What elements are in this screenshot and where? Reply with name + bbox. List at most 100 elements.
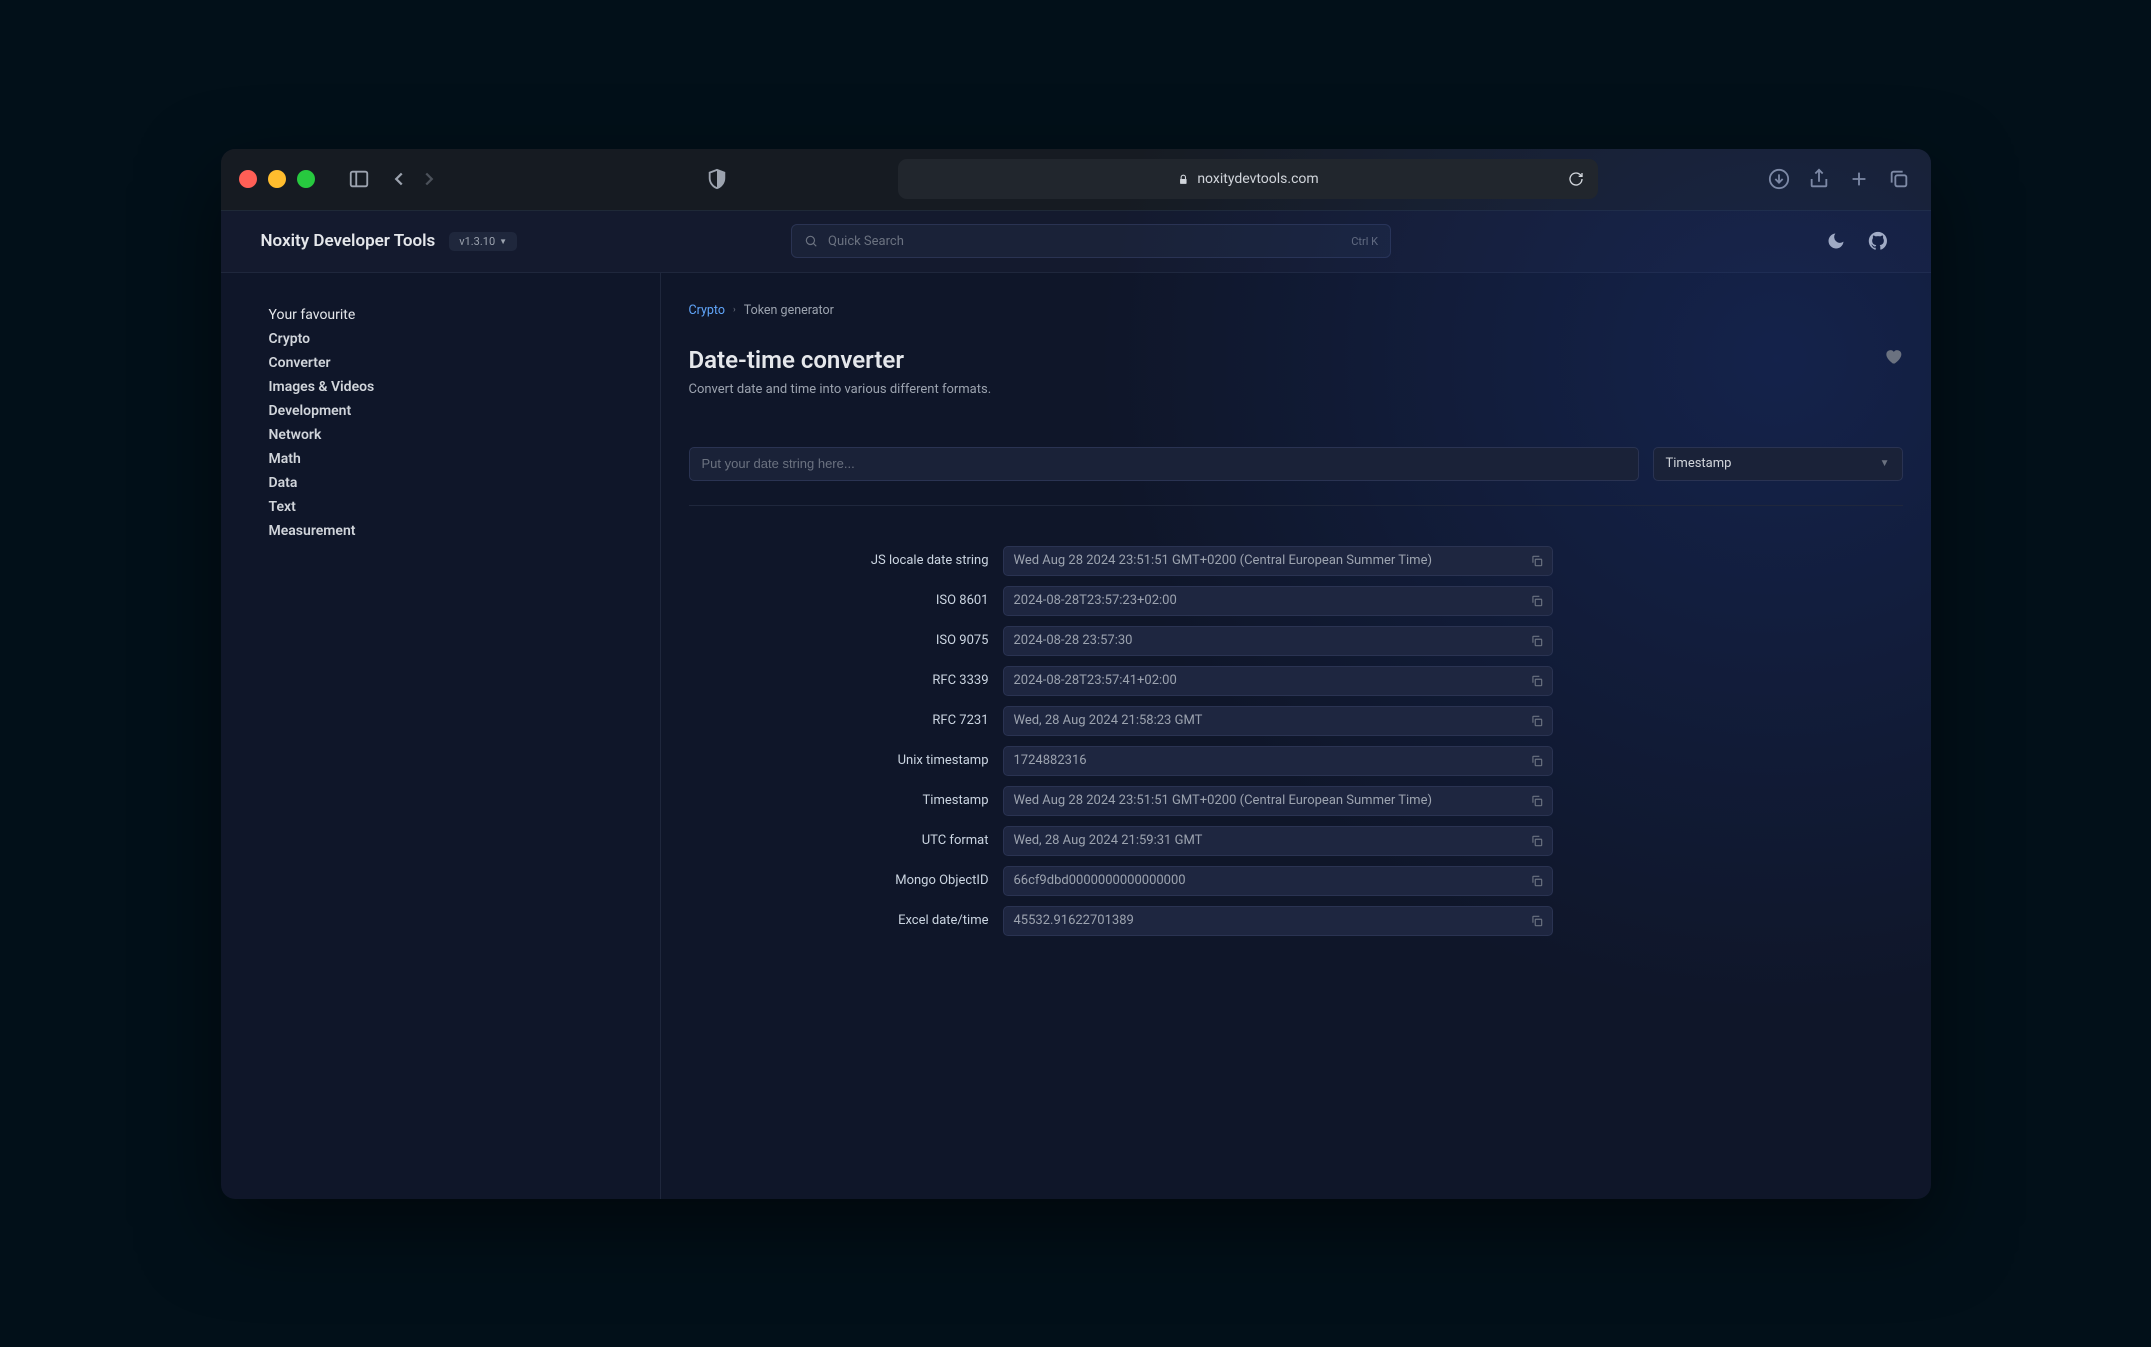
format-row: Mongo ObjectID 66cf9dbd0000000000000000 [689, 866, 1903, 896]
copy-icon[interactable] [1530, 594, 1544, 608]
version-pill[interactable]: v1.3.10 ▼ [449, 232, 517, 251]
copy-icon[interactable] [1530, 834, 1544, 848]
copy-icon[interactable] [1530, 874, 1544, 888]
format-row: Unix timestamp 1724882316 [689, 746, 1903, 776]
window-maximize[interactable] [297, 170, 315, 188]
sidebar-item-development[interactable]: Development [269, 399, 612, 423]
window-close[interactable] [239, 170, 257, 188]
app-header: Noxity Developer Tools v1.3.10 ▼ Quick S… [221, 211, 1931, 273]
download-icon[interactable] [1765, 165, 1793, 193]
format-row: RFC 7231 Wed, 28 Aug 2024 21:58:23 GMT [689, 706, 1903, 736]
separator [689, 505, 1903, 506]
shield-icon[interactable] [703, 165, 731, 193]
breadcrumb-parent[interactable]: Crypto [689, 303, 726, 318]
format-label: UTC format [689, 833, 989, 848]
page-description: Convert date and time into various diffe… [689, 382, 992, 397]
format-value-text: 2024-08-28T23:57:23+02:00 [1014, 593, 1177, 608]
format-value-text: Wed Aug 28 2024 23:51:51 GMT+0200 (Centr… [1014, 553, 1432, 568]
date-string-input[interactable] [689, 447, 1639, 481]
format-value-text: Wed, 28 Aug 2024 21:58:23 GMT [1014, 713, 1203, 728]
page-title: Date-time converter [689, 346, 992, 374]
format-label: JS locale date string [689, 553, 989, 568]
sidebar-item-data[interactable]: Data [269, 471, 612, 495]
format-value[interactable]: 2024-08-28 23:57:30 [1003, 626, 1553, 656]
sidebar-item-converter[interactable]: Converter [269, 351, 612, 375]
address-group: noxitydevtools.com [743, 159, 1753, 199]
address-bar[interactable]: noxitydevtools.com [898, 159, 1598, 199]
lock-icon [1176, 173, 1189, 186]
format-row: ISO 8601 2024-08-28T23:57:23+02:00 [689, 586, 1903, 616]
chevron-down-icon: ▼ [1880, 458, 1890, 469]
refresh-icon[interactable] [1568, 171, 1584, 187]
github-icon[interactable] [1865, 228, 1891, 254]
format-row: Excel date/time 45532.91622701389 [689, 906, 1903, 936]
format-label: Excel date/time [689, 913, 989, 928]
favorite-button[interactable] [1883, 346, 1903, 370]
copy-icon[interactable] [1530, 634, 1544, 648]
inputs-row: Timestamp ▼ [689, 447, 1903, 481]
copy-icon[interactable] [1530, 714, 1544, 728]
format-row: RFC 3339 2024-08-28T23:57:41+02:00 [689, 666, 1903, 696]
back-button[interactable] [385, 165, 413, 193]
format-value[interactable]: Wed, 28 Aug 2024 21:59:31 GMT [1003, 826, 1553, 856]
format-row: UTC format Wed, 28 Aug 2024 21:59:31 GMT [689, 826, 1903, 856]
breadcrumb: Crypto › Token generator [689, 303, 1903, 318]
search-shortcut: Ctrl K [1351, 235, 1378, 248]
format-label: ISO 8601 [689, 593, 989, 608]
nav-buttons [385, 165, 443, 193]
copy-icon[interactable] [1530, 674, 1544, 688]
new-tab-icon[interactable] [1845, 165, 1873, 193]
tabs-icon[interactable] [1885, 165, 1913, 193]
format-select[interactable]: Timestamp ▼ [1653, 447, 1903, 481]
select-value: Timestamp [1666, 456, 1732, 471]
format-label: Timestamp [689, 793, 989, 808]
formats-list: JS locale date string Wed Aug 28 2024 23:… [689, 546, 1903, 946]
copy-icon[interactable] [1530, 754, 1544, 768]
format-value[interactable]: 2024-08-28T23:57:41+02:00 [1003, 666, 1553, 696]
share-icon[interactable] [1805, 165, 1833, 193]
browser-chrome: noxitydevtools.com [221, 149, 1931, 211]
sidebar-item-images-videos[interactable]: Images & Videos [269, 375, 612, 399]
copy-icon[interactable] [1530, 554, 1544, 568]
forward-button[interactable] [415, 165, 443, 193]
format-value-text: Wed, 28 Aug 2024 21:59:31 GMT [1014, 833, 1203, 848]
url-text: noxitydevtools.com [1197, 171, 1318, 187]
app-body: Your favouriteCryptoConverterImages & Vi… [221, 273, 1931, 1199]
appbar-right [1823, 228, 1891, 254]
quick-search[interactable]: Quick Search Ctrl K [791, 224, 1391, 258]
traffic-lights [239, 170, 315, 188]
format-label: Unix timestamp [689, 753, 989, 768]
window-minimize[interactable] [268, 170, 286, 188]
sidebar-item-your-favourite[interactable]: Your favourite [269, 303, 612, 327]
copy-icon[interactable] [1530, 794, 1544, 808]
format-row: Timestamp Wed Aug 28 2024 23:51:51 GMT+02… [689, 786, 1903, 816]
format-row: JS locale date string Wed Aug 28 2024 23:… [689, 546, 1903, 576]
app-title: Noxity Developer Tools [261, 231, 436, 251]
copy-icon[interactable] [1530, 914, 1544, 928]
format-value[interactable]: 66cf9dbd0000000000000000 [1003, 866, 1553, 896]
sidebar-item-crypto[interactable]: Crypto [269, 327, 612, 351]
sidebar: Your favouriteCryptoConverterImages & Vi… [221, 273, 661, 1199]
format-value-text: 2024-08-28 23:57:30 [1014, 633, 1133, 648]
format-label: Mongo ObjectID [689, 873, 989, 888]
format-value[interactable]: Wed Aug 28 2024 23:51:51 GMT+0200 (Centr… [1003, 546, 1553, 576]
page-head: Date-time converter Convert date and tim… [689, 346, 1903, 397]
search-placeholder: Quick Search [828, 234, 904, 249]
format-value[interactable]: 1724882316 [1003, 746, 1553, 776]
format-value[interactable]: 2024-08-28T23:57:23+02:00 [1003, 586, 1553, 616]
sidebar-item-measurement[interactable]: Measurement [269, 519, 612, 543]
format-label: RFC 7231 [689, 713, 989, 728]
theme-toggle[interactable] [1823, 228, 1849, 254]
sidebar-item-math[interactable]: Math [269, 447, 612, 471]
sidebar-item-text[interactable]: Text [269, 495, 612, 519]
format-value[interactable]: Wed, 28 Aug 2024 21:58:23 GMT [1003, 706, 1553, 736]
format-value-text: 1724882316 [1014, 753, 1087, 768]
format-value[interactable]: Wed Aug 28 2024 23:51:51 GMT+0200 (Centr… [1003, 786, 1553, 816]
sidebar-item-network[interactable]: Network [269, 423, 612, 447]
sidebar-toggle-icon[interactable] [345, 165, 373, 193]
chevron-down-icon: ▼ [499, 237, 507, 246]
format-value[interactable]: 45532.91622701389 [1003, 906, 1553, 936]
format-label: RFC 3339 [689, 673, 989, 688]
format-value-text: 2024-08-28T23:57:41+02:00 [1014, 673, 1177, 688]
format-value-text: 45532.91622701389 [1014, 913, 1134, 928]
